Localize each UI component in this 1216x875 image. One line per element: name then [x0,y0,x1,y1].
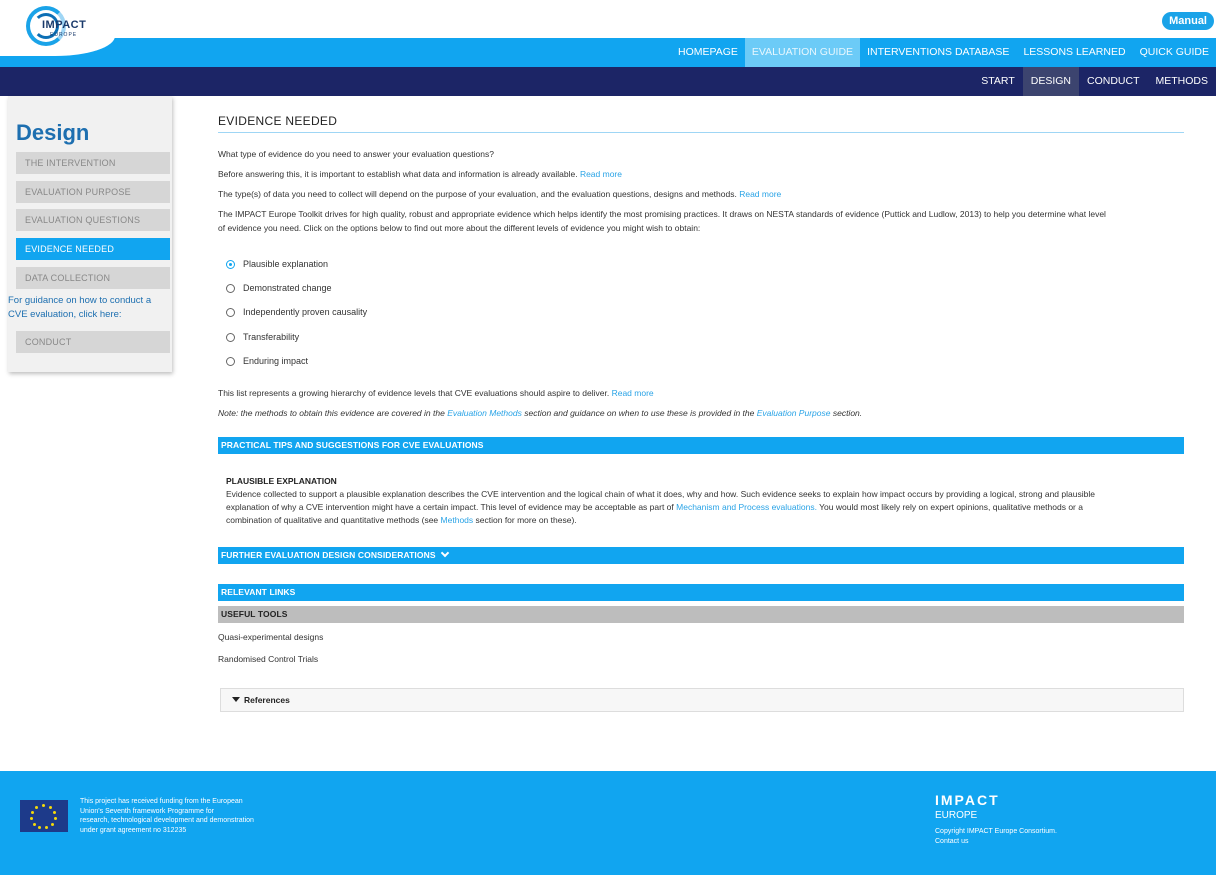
option-label: Transferability [243,332,300,342]
title-divider [218,132,1184,133]
relevant-links-bar: RELEVANT LINKS [218,584,1184,601]
sidebar-item-evidence-needed[interactable]: EVIDENCE NEEDED [16,238,170,260]
intro-text-1: Before answering this, it is important t… [218,169,578,179]
funding-line: Union's Seventh framework Programme for [80,807,214,815]
subnav-start[interactable]: START [973,67,1022,96]
sub-nav: START DESIGN CONDUCT METHODS [0,67,1216,96]
copyright-text: Copyright IMPACT Europe Consortium. [935,828,1057,835]
option-demonstrated-change[interactable]: Demonstrated change [226,283,332,293]
chevron-down-icon [440,548,449,558]
note-text-b: section and guidance on when to use thes… [524,408,755,418]
logo-subtext: EUROPE [50,32,78,38]
funding-line: This project has received funding from t… [80,798,243,805]
note-text-a: Note: the methods to obtain this evidenc… [218,408,445,418]
nav-evaluation-guide[interactable]: EVALUATION GUIDE [744,38,861,67]
intro-paragraph-2: The type(s) of data you need to collect … [218,187,1184,201]
pe-line-3a: combination of qualitative and quantitat… [226,515,439,525]
references-toggle[interactable]: References [220,688,1184,712]
option-label: Independently proven causality [243,307,368,317]
sidebar: Design THE INTERVENTION EVALUATION PURPO… [8,96,172,372]
useful-tools-bar: USEFUL TOOLS [218,606,1184,623]
hierarchy-text: This list represents a growing hierarchy… [218,388,610,398]
option-enduring-impact[interactable]: Enduring impact [226,356,308,366]
quasi-experimental-link[interactable]: Quasi-experimental designs [218,630,323,644]
intro-paragraph-3a: The IMPACT Europe Toolkit drives for hig… [218,209,1106,219]
page-title: EVIDENCE NEEDED [218,114,338,128]
radio-icon [226,307,235,317]
radio-icon [226,356,235,366]
practical-tips-bar[interactable]: PRACTICAL TIPS AND SUGGESTIONS FOR CVE E… [218,437,1184,454]
logo-text: IMPACT [42,19,87,31]
sidebar-item-data-collection[interactable]: DATA COLLECTION [16,267,170,289]
footer-copyright: Copyright IMPACT Europe Consortium. Cont… [935,827,1057,847]
evaluation-methods-link[interactable]: Evaluation Methods [447,408,522,418]
further-considerations-bar[interactable]: FURTHER EVALUATION DESIGN CONSIDERATIONS [218,547,1184,564]
option-label: Plausible explanation [243,259,329,269]
nav-interventions-database[interactable]: INTERVENTIONS DATABASE [860,38,1016,67]
footer-brand-sub: EUROPE [935,810,978,821]
option-transferability[interactable]: Transferability [226,332,299,342]
mechanism-process-link[interactable]: Mechanism and Process evaluations. [676,502,817,512]
sidebar-guidance-link[interactable]: For guidance on how to conduct a CVE eva… [8,294,172,322]
sidebar-item-the-intervention[interactable]: THE INTERVENTION [16,152,170,174]
nav-lessons-learned[interactable]: LESSONS LEARNED [1016,38,1132,67]
sidebar-title: Design [16,120,90,145]
pe-line-2b: You would most likely rely on expert opi… [819,502,1083,512]
contact-us-link[interactable]: Contact us [935,837,1057,847]
footer-brand-title: IMPACT [935,792,1000,808]
option-plausible-explanation[interactable]: Plausible explanation [226,259,328,269]
plausible-explanation-text: Evidence collected to support a plausibl… [226,488,1184,527]
nav-quick-guide[interactable]: QUICK GUIDE [1133,38,1216,67]
caret-down-icon [232,697,240,702]
manual-button[interactable]: Manual [1162,12,1214,30]
intro-text-2: The type(s) of data you need to collect … [218,189,737,199]
read-more-link-2[interactable]: Read more [739,189,781,199]
eu-flag-icon [20,800,68,832]
sidebar-item-evaluation-purpose[interactable]: EVALUATION PURPOSE [16,181,170,203]
further-considerations-label: FURTHER EVALUATION DESIGN CONSIDERATIONS [221,550,436,560]
footer-brand: IMPACT EUROPE Copyright IMPACT Europe Co… [935,792,1057,847]
footer: This project has received funding from t… [0,771,1216,875]
radio-selected-icon [226,259,235,269]
subnav-conduct[interactable]: CONDUCT [1079,67,1148,96]
sidebar-item-evaluation-questions[interactable]: EVALUATION QUESTIONS [16,209,170,231]
radio-icon [226,332,235,342]
sidebar-item-conduct[interactable]: CONDUCT [16,331,170,353]
funding-statement: This project has received funding from t… [80,797,300,835]
radio-icon [226,283,235,293]
nav-homepage[interactable]: HOMEPAGE [671,38,745,67]
pe-line-3b: section for more on these). [475,515,577,525]
read-more-link-3[interactable]: Read more [612,388,654,398]
intro-paragraph-1: Before answering this, it is important t… [218,167,1184,181]
pe-line-1: Evidence collected to support a plausibl… [226,489,1095,499]
note-text-c: section. [832,408,863,418]
plausible-explanation-heading: PLAUSIBLE EXPLANATION [226,476,337,486]
read-more-link-1[interactable]: Read more [580,169,622,179]
references-label: References [244,695,290,705]
option-label: Enduring impact [243,356,309,366]
subnav-methods[interactable]: METHODS [1148,67,1216,96]
pe-line-2a: explanation of why a CVE intervention mi… [226,502,674,512]
option-label: Demonstrated change [243,283,332,293]
note-paragraph: Note: the methods to obtain this evidenc… [218,406,1184,420]
subnav-design[interactable]: DESIGN [1022,67,1079,96]
impact-europe-logo[interactable]: IMPACT EUROPE [26,6,92,46]
top-header: IMPACT EUROPE Manual [0,0,1216,46]
main-nav: HOMEPAGE EVALUATION GUIDE INTERVENTIONS … [0,36,1216,67]
methods-link[interactable]: Methods [441,515,474,525]
option-independently-proven-causality[interactable]: Independently proven causality [226,307,367,317]
randomised-control-trials-link[interactable]: Randomised Control Trials [218,652,318,666]
funding-line: under grant agreement no 312235 [80,826,187,834]
intro-paragraph-3b: of evidence you need. Click on the optio… [218,223,701,233]
evaluation-purpose-link[interactable]: Evaluation Purpose [757,408,831,418]
funding-line: research, technological development and … [80,817,254,824]
intro-question: What type of evidence do you need to ans… [218,149,494,159]
hierarchy-paragraph: This list represents a growing hierarchy… [218,386,1184,400]
